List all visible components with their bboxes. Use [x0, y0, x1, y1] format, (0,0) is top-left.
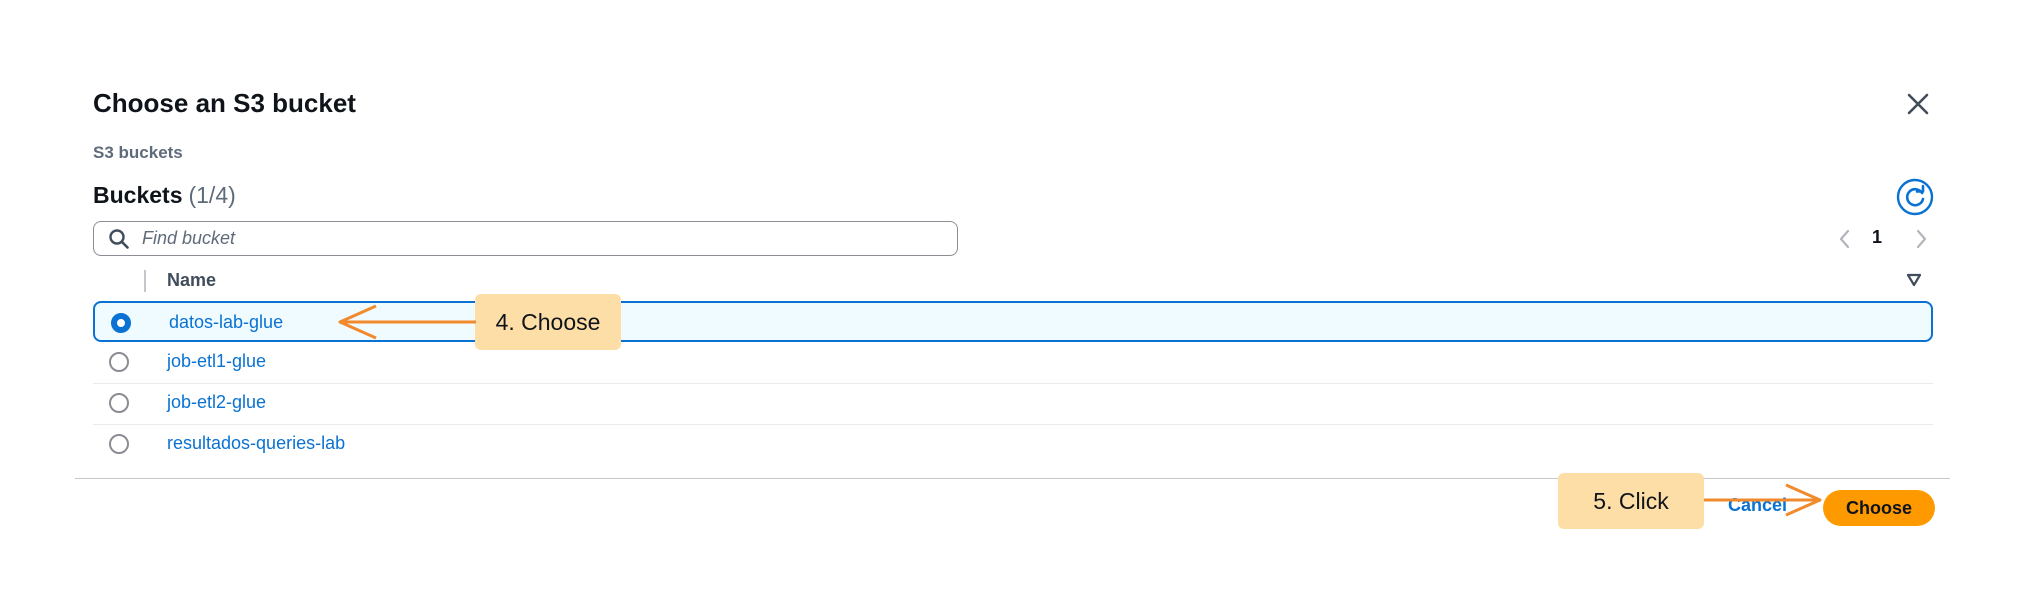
modal-title: Choose an S3 bucket [93, 88, 356, 118]
close-icon[interactable] [1900, 86, 1936, 122]
row-radio[interactable] [109, 393, 129, 413]
chevron-left-icon[interactable] [1834, 226, 1856, 252]
buckets-count: (1/4) [188, 182, 236, 208]
table-row[interactable]: job-etl1-glue [93, 342, 1933, 384]
refresh-icon[interactable] [1896, 178, 1934, 216]
row-radio[interactable] [109, 352, 129, 372]
buckets-heading: Buckets (1/4) [93, 182, 236, 209]
cancel-button[interactable]: Cancel [1728, 495, 1787, 516]
search-icon [108, 228, 130, 250]
table-row[interactable]: job-etl2-glue [93, 383, 1933, 425]
table-row[interactable]: datos-lab-glue [93, 301, 1933, 342]
search-field[interactable] [93, 221, 958, 256]
page-number[interactable]: 1 [1872, 227, 1882, 248]
buckets-heading-label: Buckets [93, 182, 183, 208]
bucket-link[interactable]: job-etl1-glue [167, 351, 266, 372]
choose-button[interactable]: Choose [1823, 490, 1935, 526]
annotation-step-5: 5. Click [1558, 473, 1704, 529]
bucket-link[interactable]: datos-lab-glue [169, 312, 283, 333]
sort-down-icon[interactable] [1905, 272, 1923, 288]
row-radio[interactable] [111, 313, 131, 333]
column-divider [144, 270, 146, 292]
annotation-step-4: 4. Choose [475, 294, 621, 350]
table-row[interactable]: resultados-queries-lab [93, 424, 1933, 465]
row-radio[interactable] [109, 434, 129, 454]
chevron-right-icon[interactable] [1910, 226, 1932, 252]
search-input[interactable] [140, 227, 924, 250]
section-label: S3 buckets [93, 143, 183, 162]
bucket-link[interactable]: resultados-queries-lab [167, 433, 345, 454]
bucket-link[interactable]: job-etl2-glue [167, 392, 266, 413]
column-header-name[interactable]: Name [167, 270, 216, 291]
